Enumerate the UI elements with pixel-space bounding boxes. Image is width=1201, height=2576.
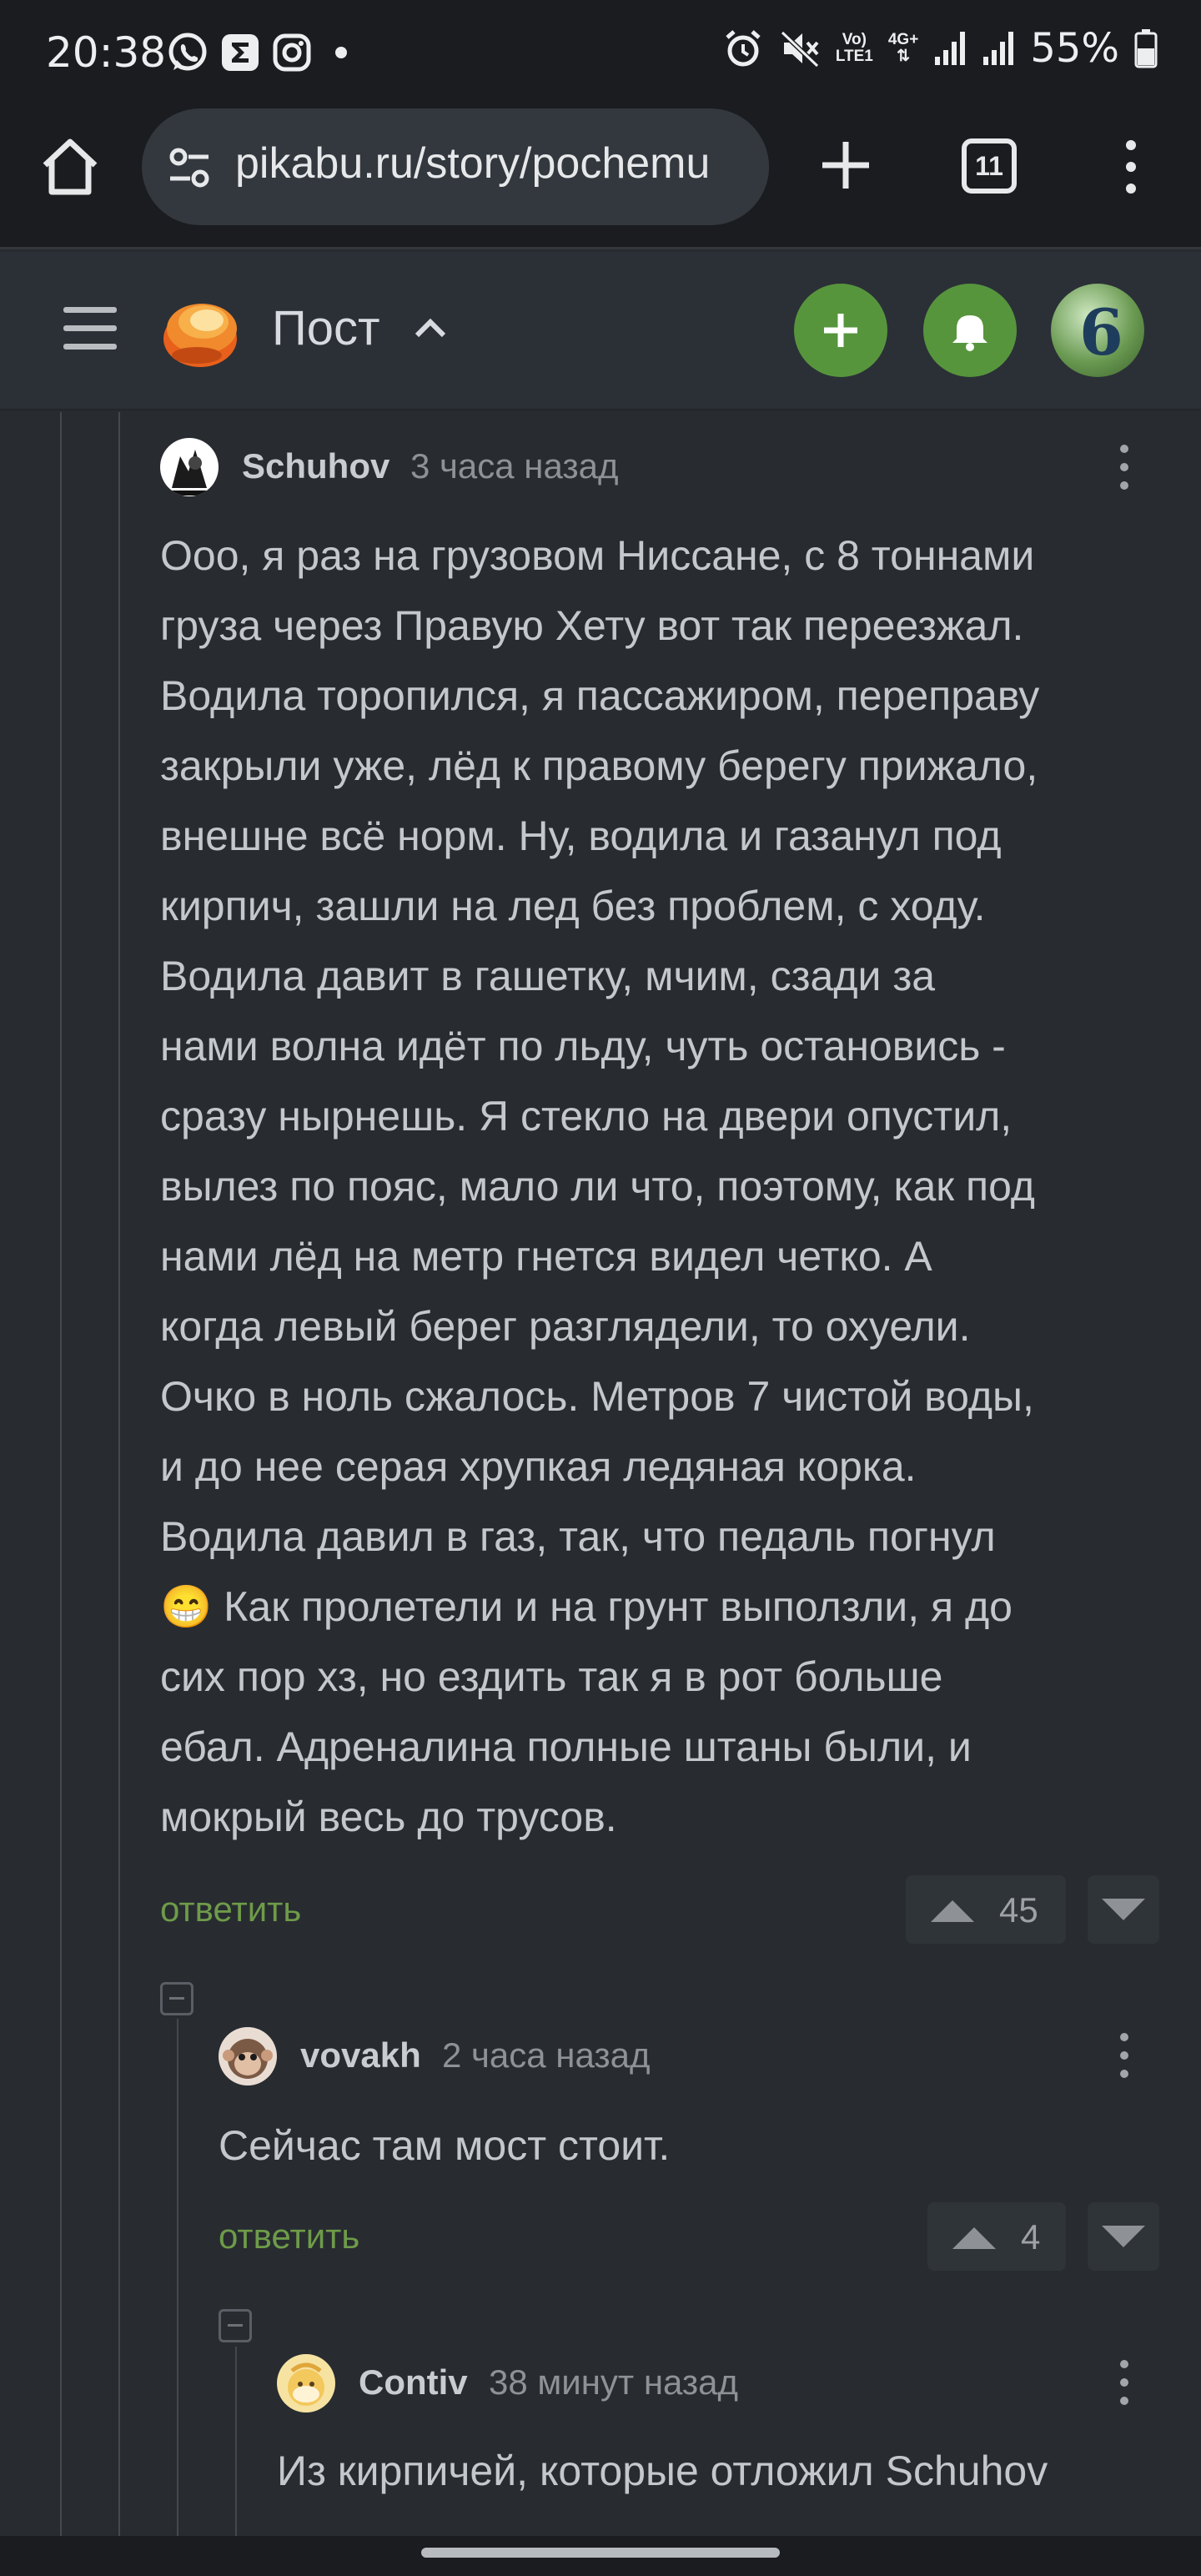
comment-line: Из кирпичей, которые отложил Schuhov [277,2448,1048,2494]
thread-line-2 [118,412,120,2536]
data-arrows-icon: ⇅ [897,48,911,65]
instagram-icon [273,33,311,72]
comment-body: Из кирпичей, которые отложил Schuhov [277,2436,1178,2506]
notifications-button[interactable] [923,284,1017,377]
network-type-label: 4G+ [887,31,919,48]
add-post-button[interactable] [794,284,887,377]
page-title[interactable]: Пост [272,300,380,356]
home-gesture-handle[interactable] [421,2548,780,2558]
whatsapp-icon [168,33,207,71]
comment-time[interactable]: 2 часа назад [442,2035,651,2075]
thread-line-4 [235,2347,237,2536]
comment-line: нами волна идёт по льду, чуть остановись… [160,1023,1006,1069]
contiv-avatar-icon [288,2362,324,2406]
hamburger-menu-icon[interactable] [62,300,118,357]
site-header: Пост 6 [0,252,1201,410]
arrow-down-icon [1102,1899,1145,1920]
monkey-avatar-icon [223,2039,273,2079]
collapse-thread-button[interactable] [160,1982,193,2015]
status-right: Vo) LTE1 4G+ ⇅ 55% [722,25,1158,72]
url-fade [702,108,769,225]
comment-line: груза через Правую Хету вот так переезжа… [160,602,1024,649]
sigma-icon [222,34,259,71]
user-avatar[interactable]: 6 [1051,284,1144,377]
mute-icon [780,30,819,68]
reply-link[interactable]: ответить [160,1889,301,1929]
upvote-button[interactable]: 45 [906,1875,1066,1944]
comment-line: нами лёд на метр гнется видел четко. А [160,1233,932,1280]
comment-line: Водила давил в газ, так, что педаль погн… [160,1513,996,1560]
downvote-button[interactable] [1088,1875,1159,1944]
comment-line: Водила давит в гашетку, мчим, сзади за [160,953,936,999]
thread-line-1 [60,412,62,2536]
comment-author[interactable]: vovakh [300,2035,421,2075]
comment-line: кирпич, зашли на лед без проблем, с ходу… [160,883,986,929]
upvote-button[interactable]: 4 [927,2202,1066,2271]
arrow-up-icon [931,1900,974,1922]
network-type: 4G+ ⇅ [888,32,918,65]
chevron-up-icon[interactable] [414,315,447,340]
comment-line: Ооо, я раз на грузовом Ниссане, с 8 тонн… [160,532,1035,579]
comment-author[interactable]: Schuhov [242,446,389,486]
avatar[interactable] [219,2027,277,2085]
thread-line-3 [177,2019,178,2536]
comment-author[interactable]: Contiv [359,2362,468,2402]
comment-line: внешне всё норм. Ну, водила и газанул по… [160,813,1002,859]
alarm-icon [726,30,761,67]
collapse-thread-button[interactable] [219,2309,252,2342]
comment-body: Сейчас там мост стоит. [219,2111,1178,2181]
pikabu-logo-icon[interactable] [158,290,242,370]
comment-line: мокрый весь до трусов. [160,1794,617,1840]
comment-line: Водила торопился, я пассажиром, переправ… [160,672,1040,719]
volte-indicator: Vo) LTE1 [836,32,873,65]
volte-label: Vo) [842,31,867,48]
comment-line: сразу нырнешь. Я стекло на двери опустил… [160,1093,1013,1140]
site-settings-icon[interactable] [167,145,212,190]
address-bar[interactable]: pikabu.ru/story/pochemu [142,108,769,225]
comment-line: закрыли уже, лёд к правому берегу прижал… [160,742,1038,789]
comment-line: Очко в ноль сжалось. Метров 7 чистой вод… [160,1373,1034,1420]
new-tab-icon[interactable] [816,135,876,195]
comment-line: ебал. Адреналина полные штаны были, и [160,1723,972,1770]
comment-menu-icon[interactable] [1108,2027,1141,2085]
comment-menu-icon[interactable] [1108,439,1141,497]
comment-line: Сейчас там мост стоит. [219,2122,671,2169]
more-notifications-dot-icon [335,47,347,58]
comment-line: когда левый берег разглядели, то охуели. [160,1303,971,1350]
url-text[interactable]: pikabu.ru/story/pochemu [235,138,710,189]
comment-body: Ооо, я раз на грузовом Ниссане, с 8 тонн… [160,521,1178,1852]
signal-icon-1 [935,32,966,65]
status-bar: 20:38 Vo) LTE1 4G+ ⇅ 55% [0,0,1201,103]
browser-toolbar: pikabu.ru/story/pochemu 11 [0,103,1201,249]
arrow-down-icon [1102,2226,1145,2247]
reply-link[interactable]: ответить [219,2216,359,2257]
lte-label: LTE1 [835,48,873,65]
status-time: 20:38 [46,28,167,77]
comment-line: вылез по пояс, мало ли что, поэтому, как… [160,1163,1035,1210]
vote-count: 45 [999,1890,1038,1929]
avatar-glyph: 6 [1079,295,1123,370]
tab-switcher-button[interactable]: 11 [962,138,1017,194]
arrow-up-icon [952,2227,996,2249]
comment-line: 😁 Как пролетели и на грунт выползли, я д… [160,1583,1013,1630]
vote-count: 4 [1021,2217,1041,2257]
comment-time[interactable]: 3 часа назад [410,446,619,486]
signal-icon-2 [983,32,1014,65]
battery-percent: 55% [1030,25,1119,72]
home-icon[interactable] [38,135,102,199]
comment-line: сих пор хз, но ездить так я в рот больше [160,1653,943,1700]
avatar[interactable] [160,438,219,496]
bell-icon [952,315,987,351]
more-vert-icon[interactable] [1114,135,1148,199]
avatar-image-icon [168,450,210,496]
avatar[interactable] [277,2354,335,2412]
battery-icon [1134,29,1158,68]
comment-line: и до нее серая хрупкая ледяная корка. [160,1443,917,1490]
system-nav-bar [0,2536,1201,2576]
comment-menu-icon[interactable] [1108,2354,1141,2412]
comment-time[interactable]: 38 минут назад [489,2362,738,2402]
plus-icon [824,314,857,347]
notification-icons [167,32,347,73]
downvote-button[interactable] [1088,2202,1159,2271]
